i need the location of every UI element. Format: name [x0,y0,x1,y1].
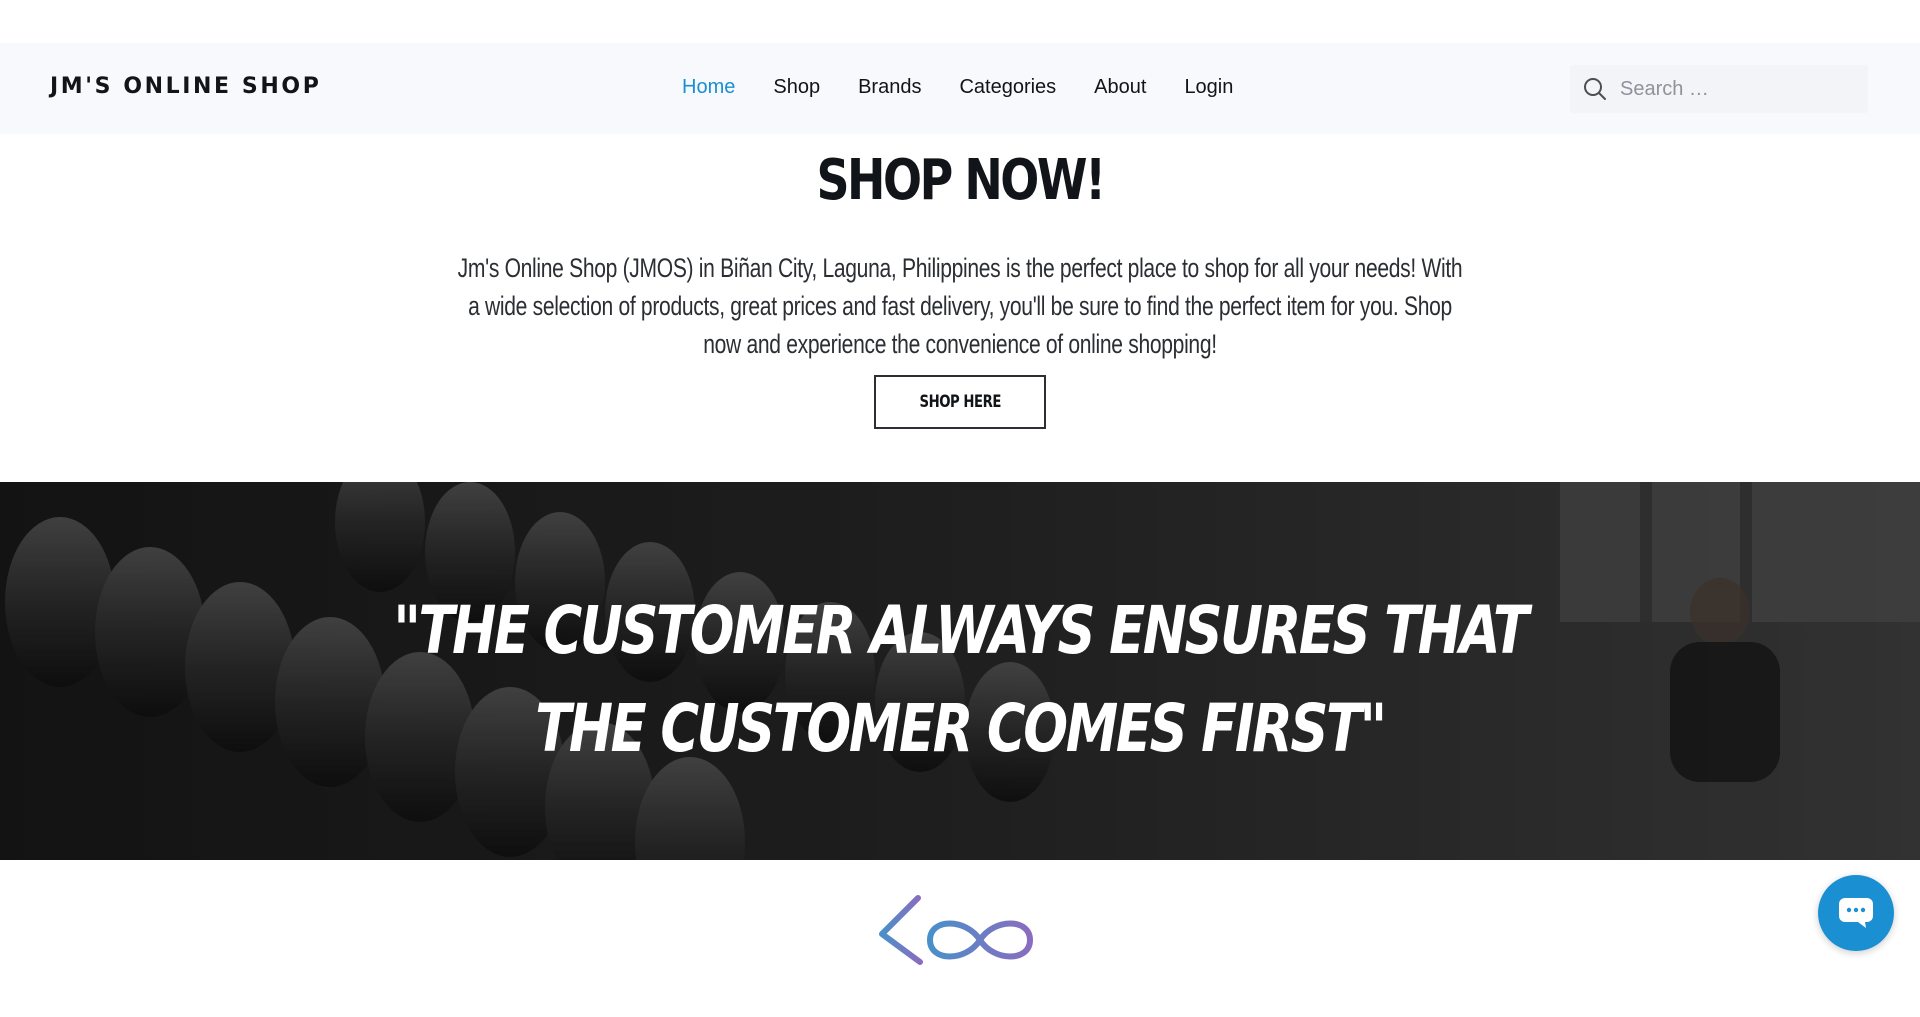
banner-quote: "THE CUSTOMER ALWAYS ENSURES THAT THE CU… [0,582,1920,778]
search-icon[interactable] [1582,76,1608,102]
nav-item-home[interactable]: Home [682,76,735,99]
quote-line-2: THE CUSTOMER COMES FIRST" [535,690,1387,767]
shop-here-button[interactable]: SHOP HERE [874,375,1046,429]
shop-here-label: SHOP HERE [919,392,1001,412]
hero-description: Jm's Online Shop (JMOS) in Biñan City, L… [457,253,1463,359]
site-header: JM'S ONLINE SHOP Home Shop Brands Catego… [0,43,1920,134]
search-box [1570,65,1868,113]
site-logo[interactable]: JM'S ONLINE SHOP [50,74,321,99]
search-input[interactable] [1618,65,1858,113]
quote-line-1: "THE CUSTOMER ALWAYS ENSURES THAT [393,592,1529,669]
nav-item-about[interactable]: About [1094,76,1146,99]
nav-item-shop[interactable]: Shop [773,76,820,99]
nav-item-login[interactable]: Login [1184,76,1233,99]
kool-brand-logo[interactable] [870,890,1050,970]
chat-icon [1839,898,1873,928]
top-spacer [0,0,1920,43]
nav-item-categories[interactable]: Categories [959,76,1056,99]
nav-item-brands[interactable]: Brands [858,76,921,99]
quote-banner: "THE CUSTOMER ALWAYS ENSURES THAT THE CU… [0,482,1920,860]
brand-strip [0,860,1920,1017]
shop-now-section: SHOP NOW! Jm's Online Shop (JMOS) in Biñ… [0,134,1920,363]
hero-title: SHOP NOW! [816,148,1106,213]
main-nav: Home Shop Brands Categories About Login [682,76,1271,99]
chat-widget-button[interactable] [1818,875,1894,951]
